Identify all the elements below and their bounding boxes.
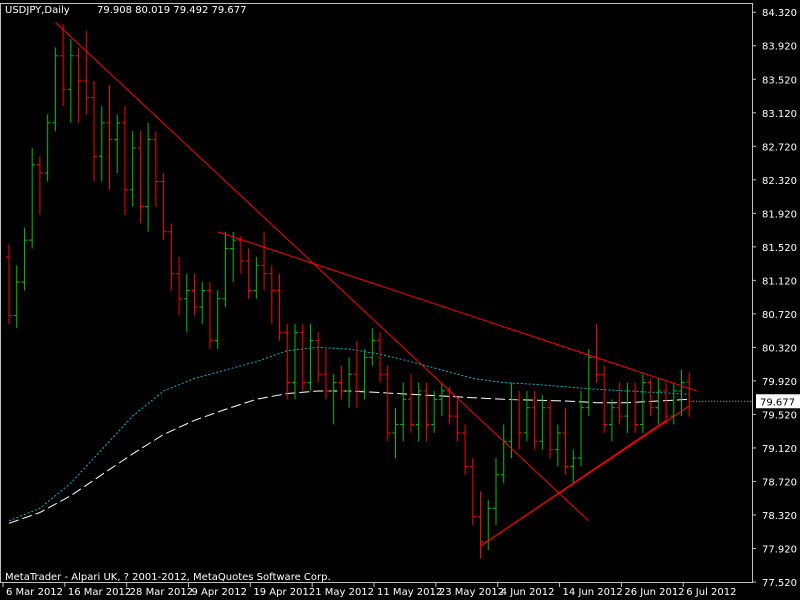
y-tick-label: 82.720 xyxy=(762,142,797,153)
y-tick-label: 79.520 xyxy=(762,410,797,421)
y-tick-label: 83.120 xyxy=(762,109,797,120)
x-tick-label: 26 Jun 2012 xyxy=(624,587,684,598)
x-tick-label: 11 May 2012 xyxy=(377,587,442,598)
x-tick-label: 9 Apr 2012 xyxy=(192,587,247,598)
x-tick-label: 6 Mar 2012 xyxy=(6,587,63,598)
x-tick-label: 23 May 2012 xyxy=(439,587,504,598)
x-tick-label: 16 Mar 2012 xyxy=(68,587,131,598)
symbol-label: USDJPY,Daily xyxy=(5,5,70,16)
y-tick-label: 79.120 xyxy=(762,444,797,455)
y-tick-label: 83.920 xyxy=(762,42,797,53)
x-tick-label: 14 Jun 2012 xyxy=(563,587,623,598)
y-tick-label: 83.520 xyxy=(762,75,797,86)
y-tick-label: 81.520 xyxy=(762,243,797,254)
y-tick-label: 78.720 xyxy=(762,477,797,488)
copyright-text: MetaTrader - Alpari UK, ? 2001-2012, Met… xyxy=(5,572,331,583)
y-tick-label: 80.720 xyxy=(762,310,797,321)
y-tick-label: 81.920 xyxy=(762,209,797,220)
x-tick-label: 28 Mar 2012 xyxy=(130,587,193,598)
current-price-label: 79.677 xyxy=(760,397,795,408)
chart-background xyxy=(0,0,800,600)
x-tick-label: 19 Apr 2012 xyxy=(253,587,315,598)
y-tick-label: 77.520 xyxy=(762,578,797,589)
x-tick-label: 1 May 2012 xyxy=(315,587,374,598)
chart-canvas[interactable]: 84.320 83.920 83.520 83.120 82.720 82.320 81.9… xyxy=(0,0,800,600)
y-tick-label: 81.120 xyxy=(762,276,797,287)
y-tick-label: 77.920 xyxy=(762,544,797,555)
y-tick-label: 80.320 xyxy=(762,343,797,354)
y-tick-label: 82.320 xyxy=(762,176,797,187)
x-tick-label: 6 Jul 2012 xyxy=(686,587,736,598)
x-tick-label: 4 Jun 2012 xyxy=(501,587,555,598)
y-tick-label: 78.320 xyxy=(762,511,797,522)
price-chart[interactable]: 84.320 83.920 83.520 83.120 82.720 82.320 81.9… xyxy=(0,0,800,600)
y-tick-label: 84.320 xyxy=(762,8,797,19)
ohlc-readout: 79.908 80.019 79.492 79.677 xyxy=(97,5,247,16)
y-tick-label: 79.920 xyxy=(762,377,797,388)
